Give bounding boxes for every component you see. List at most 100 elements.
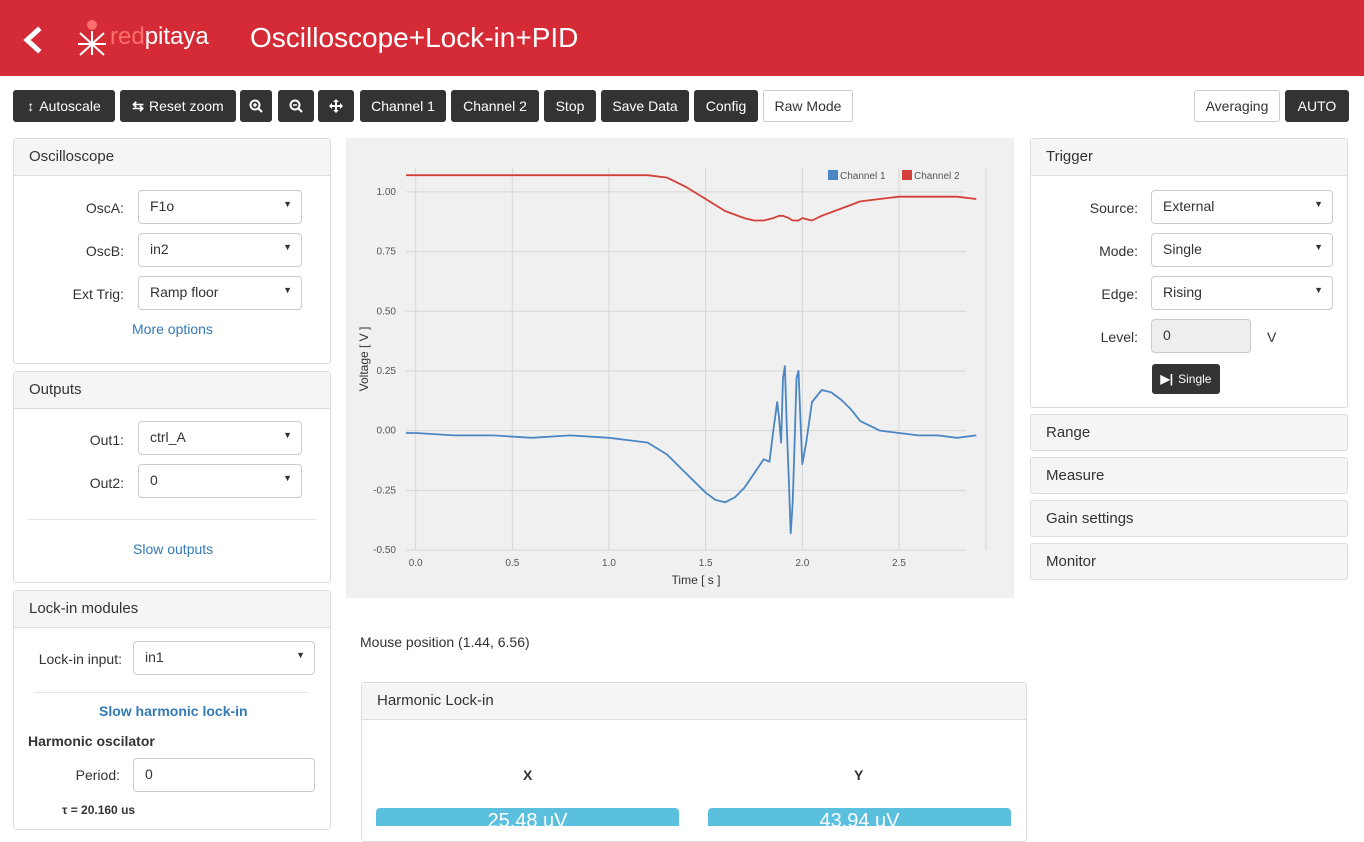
osca-value: F1o [150, 198, 175, 214]
reset-arrows-icon: ⇆ [132, 97, 145, 114]
level-value: 0 [1163, 327, 1171, 343]
slow-outputs-link[interactable]: Slow outputs [133, 541, 213, 557]
single-trigger-button[interactable]: ▶| Single [1152, 364, 1220, 394]
zoom-out-icon [289, 99, 303, 113]
legend-label-channel-2: Channel 2 [914, 171, 960, 182]
top-bar: red pitaya Oscilloscope+Lock-in+PID [0, 0, 1364, 76]
edge-value: Rising [1163, 284, 1202, 300]
y-tick-label: 0.00 [377, 426, 397, 437]
lockin-input-value: in1 [145, 649, 164, 665]
config-button[interactable]: Config [694, 90, 758, 122]
oscilloscope-chart[interactable]: 0.0 0.5 1.0 1.5 2.0 2.5 1.00 0.75 0.50 0.25 0.00 -0… [346, 138, 1014, 598]
period-value: 0 [145, 766, 153, 782]
y-tick-label: 1.00 [377, 187, 397, 198]
chevron-down-icon: ▼ [283, 430, 292, 440]
y-label: Y [854, 767, 864, 783]
edge-label: Edge: [1101, 286, 1138, 302]
mode-label: Mode: [1099, 243, 1138, 259]
pan-button[interactable] [318, 90, 354, 122]
out1-value: ctrl_A [150, 429, 186, 445]
stop-button[interactable]: Stop [544, 90, 596, 122]
x-tick-label: 1.5 [699, 558, 713, 569]
x-label: X [523, 767, 533, 783]
mouse-position-readout: Mouse position (1.44, 6.56) [360, 634, 530, 650]
level-input[interactable]: 0 [1151, 319, 1251, 353]
chevron-down-icon: ▼ [1314, 199, 1323, 209]
channel-1-button[interactable]: Channel 1 [360, 90, 446, 122]
x-value-display: 25.48 uV [376, 808, 679, 826]
y-tick-label: 0.25 [377, 366, 397, 377]
source-label: Source: [1089, 200, 1138, 216]
range-section[interactable]: Range [1030, 414, 1348, 451]
y-value-display: 43.94 uV [708, 808, 1011, 826]
reset-zoom-label: Reset zoom [149, 98, 224, 114]
y-axis-label: Voltage [ V ] [357, 327, 371, 392]
legend-label-channel-1: Channel 1 [840, 171, 886, 182]
edge-select[interactable]: Rising ▼ [1151, 276, 1333, 310]
chevron-down-icon: ▼ [283, 285, 292, 295]
raw-mode-button[interactable]: Raw Mode [763, 90, 853, 122]
x-tick-label: 0.5 [505, 558, 519, 569]
period-input[interactable]: 0 [133, 758, 315, 792]
zoom-out-button[interactable] [278, 90, 314, 122]
x-tick-label: 1.0 [602, 558, 616, 569]
y-tick-label: 0.50 [377, 306, 397, 317]
chevron-down-icon: ▼ [1314, 242, 1323, 252]
mode-select[interactable]: Single ▼ [1151, 233, 1333, 267]
move-arrows-icon [329, 99, 343, 113]
source-value: External [1163, 198, 1215, 214]
channel-2-button[interactable]: Channel 2 [451, 90, 539, 122]
oscb-label: OscB: [85, 243, 124, 259]
legend-swatch-channel-2 [902, 170, 912, 180]
measure-section[interactable]: Measure [1030, 457, 1348, 494]
zoom-in-icon [249, 99, 263, 113]
more-options-link[interactable]: More options [132, 321, 213, 337]
mode-value: Single [1163, 241, 1202, 257]
outputs-panel-title: Outputs [14, 372, 330, 409]
lockin-panel-title: Lock-in modules [14, 591, 330, 628]
monitor-section[interactable]: Monitor [1030, 543, 1348, 580]
save-data-button[interactable]: Save Data [601, 90, 689, 122]
level-label: Level: [1100, 329, 1138, 345]
osca-label: OscA: [85, 200, 124, 216]
trigger-panel-title: Trigger [1031, 139, 1347, 176]
reset-zoom-button[interactable]: ⇆ Reset zoom [120, 90, 236, 122]
level-unit: V [1267, 329, 1277, 345]
ext-trig-label: Ext Trig: [72, 286, 124, 302]
osca-select[interactable]: F1o ▼ [138, 190, 302, 224]
single-trigger-label: Single [1178, 372, 1212, 386]
y-tick-label: -0.50 [373, 545, 396, 556]
series-line-channel-2 [406, 174, 977, 222]
y-tick-label: 0.75 [377, 247, 397, 258]
x-tick-label: 2.5 [892, 558, 906, 569]
chevron-down-icon: ▼ [283, 473, 292, 483]
oscilloscope-panel-title: Oscilloscope [14, 139, 330, 176]
out1-select[interactable]: ctrl_A ▼ [138, 421, 302, 455]
red-pitaya-logo: red pitaya [76, 12, 209, 62]
out2-value: 0 [150, 472, 158, 488]
out2-select[interactable]: 0 ▼ [138, 464, 302, 498]
slow-harmonic-lockin-link[interactable]: Slow harmonic lock-in [99, 703, 248, 719]
period-label: Period: [75, 767, 120, 783]
chevron-down-icon: ▼ [296, 650, 305, 660]
out1-label: Out1: [89, 432, 124, 448]
back-arrow-icon[interactable] [18, 22, 46, 58]
logo-text-pitaya: pitaya [144, 23, 209, 50]
autoscale-button[interactable]: ↕ Autoscale [13, 90, 115, 122]
zoom-in-button[interactable] [240, 90, 272, 122]
oscilloscope-plot[interactable]: 0.0 0.5 1.0 1.5 2.0 2.5 1.00 0.75 0.50 0.25 0.00 -0… [346, 138, 1014, 598]
ext-trig-value: Ramp floor [150, 284, 219, 300]
averaging-button[interactable]: Averaging [1194, 90, 1280, 122]
ext-trig-select[interactable]: Ramp floor ▼ [138, 276, 302, 310]
logo-mark-icon [78, 20, 106, 56]
oscb-select[interactable]: in2 ▼ [138, 233, 302, 267]
lockin-divider [34, 692, 308, 693]
auto-button[interactable]: AUTO [1285, 90, 1349, 122]
gain-settings-section[interactable]: Gain settings [1030, 500, 1348, 537]
lockin-input-select[interactable]: in1 ▼ [133, 641, 315, 675]
harmonic-oscilator-heading: Harmonic oscilator [28, 733, 155, 749]
source-select[interactable]: External ▼ [1151, 190, 1333, 224]
vertical-arrows-icon: ↕ [27, 98, 35, 114]
x-tick-label: 2.0 [795, 558, 809, 569]
oscb-value: in2 [150, 241, 169, 257]
